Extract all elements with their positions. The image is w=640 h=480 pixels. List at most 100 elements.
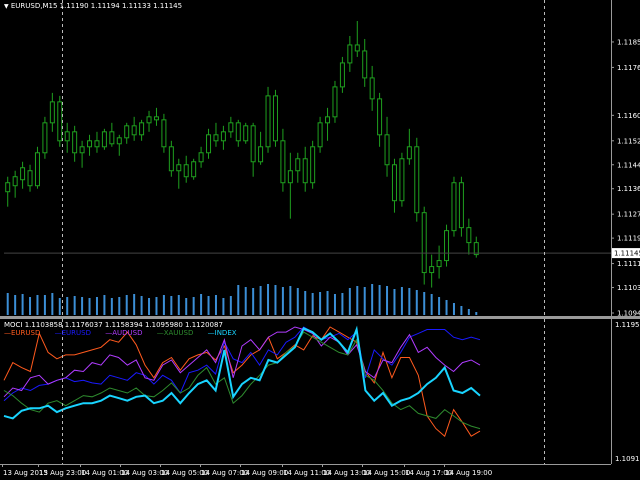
candle-body — [34, 152, 40, 187]
candle-body — [27, 170, 33, 187]
candle-body — [5, 182, 11, 193]
candle-body — [168, 146, 174, 172]
candle-body — [139, 122, 145, 136]
candle-body — [295, 158, 301, 172]
candle-body — [235, 122, 241, 142]
candle-body — [354, 44, 360, 52]
candle-body — [317, 122, 323, 148]
candle-body — [399, 158, 405, 202]
candle-body — [64, 131, 70, 142]
time-tick-label: 13 Aug 23:00 — [39, 469, 86, 477]
candle-body — [310, 146, 316, 184]
candle-body — [79, 146, 85, 154]
candle-body — [87, 140, 93, 148]
candle-body — [131, 125, 137, 136]
candle-body — [153, 116, 159, 121]
price-tick-label: 1.11520 — [617, 137, 640, 145]
legend-eurusd-1: —EURUSD — [4, 329, 41, 337]
candle-body — [377, 98, 383, 136]
candle-body — [49, 101, 55, 124]
candle-body — [198, 152, 204, 163]
candle-body — [116, 137, 122, 145]
candle-body — [213, 134, 219, 142]
candle-body — [429, 266, 435, 274]
candle-body — [250, 125, 256, 163]
series-line-eurusd — [3, 326, 481, 402]
candle-body — [228, 122, 234, 133]
candle-body — [109, 131, 115, 145]
candle-body — [406, 146, 412, 160]
symbol-info: EURUSD,M15 1.11190 1.11194 1.11133 1.111… — [10, 2, 183, 10]
candle-body — [12, 176, 18, 187]
candle-body — [451, 182, 457, 232]
candle-body — [101, 131, 107, 148]
candle-body — [325, 116, 331, 124]
series-line-index — [3, 325, 481, 420]
candle-body — [287, 170, 293, 184]
candle-body — [436, 260, 442, 268]
price-chart[interactable]: 1.11850 1.11765 1.11605 1.11520 1.11440 1.113… — [0, 0, 640, 317]
candle-body — [206, 134, 212, 154]
candle-body — [94, 140, 100, 148]
time-tick-label: 14 Aug 09:00 — [241, 469, 288, 477]
candle-body — [20, 167, 26, 181]
candle-body — [72, 131, 78, 154]
triangle-down-icon[interactable]: ▼ — [4, 3, 9, 10]
candle-body — [302, 158, 308, 184]
price-tick-label: 1.11030 — [617, 284, 640, 292]
candle-body — [347, 44, 353, 64]
candle-body — [414, 146, 420, 214]
legend-index: —INDEX — [207, 329, 237, 337]
candle-body — [124, 125, 130, 139]
oscillator-axis-bottom: 1.1091229 — [615, 455, 640, 463]
time-axis: 13 Aug 201513 Aug 23:0014 Aug 01:0014 Au… — [0, 464, 611, 477]
candle-body — [57, 101, 63, 142]
time-tick-label: 14 Aug 15:00 — [363, 469, 410, 477]
oscillator-chart[interactable]: 1.1195774 1.1091229 — [0, 319, 640, 464]
oscillator-lines — [3, 325, 481, 438]
price-tick-label: 1.11850 — [617, 38, 640, 46]
legend-xauusd: —XAUUSD — [156, 329, 194, 337]
price-tick-label: 1.11195 — [617, 235, 640, 243]
candle-body — [391, 164, 397, 202]
candle-body — [42, 122, 48, 154]
oscillator-header: MOCI 1.1103858 1.1176037 1.1158394 1.109… — [4, 321, 223, 329]
candle-body — [339, 62, 345, 88]
oscillator-axis-top: 1.1195774 — [615, 321, 640, 329]
candle-body — [265, 95, 271, 148]
candle-body — [243, 125, 249, 142]
volume-histogram — [6, 284, 478, 315]
candle-body — [421, 212, 427, 274]
candle-body — [191, 161, 197, 178]
price-tick-label: 1.11360 — [617, 185, 640, 193]
oscillator-axis: 1.1195774 1.1091229 — [615, 321, 640, 463]
oscillator-legend: —EURUSD —EURUSD —AUDUSD —XAUUSD —INDEX — [4, 329, 249, 337]
candle-body — [384, 134, 390, 166]
candle-body — [146, 116, 152, 124]
candle-body — [272, 95, 278, 142]
candlestick-series — [5, 20, 479, 288]
candle-body — [280, 140, 286, 184]
candle-body — [458, 182, 464, 229]
candle-body — [466, 227, 472, 244]
current-price-label: 1.11145 — [614, 250, 640, 258]
price-tick-label: 1.11275 — [617, 211, 640, 219]
candle-body — [444, 230, 450, 262]
candle-body — [332, 86, 338, 118]
candle-body — [183, 164, 189, 178]
price-tick-label: 1.11605 — [617, 112, 640, 120]
oscillator-values: MOCI 1.1103858 1.1176037 1.1158394 1.109… — [4, 321, 223, 329]
candle-body — [176, 164, 182, 172]
legend-audusd: —AUDUSD — [105, 329, 143, 337]
candle-body — [258, 146, 264, 163]
candle-body — [220, 131, 226, 142]
price-tick-label: 1.11765 — [617, 64, 640, 72]
time-tick-label: 14 Aug 19:00 — [445, 469, 492, 477]
legend-eurusd-2: —EURUSD — [54, 329, 91, 337]
candle-body — [161, 119, 167, 148]
candle-body — [362, 50, 368, 79]
candle-body — [369, 77, 375, 100]
price-tick-label: 1.11440 — [617, 161, 640, 169]
symbol-header: ▼ EURUSD,M15 1.11190 1.11194 1.11133 1.1… — [4, 2, 182, 11]
price-tick-label: 1.11110 — [617, 260, 640, 268]
